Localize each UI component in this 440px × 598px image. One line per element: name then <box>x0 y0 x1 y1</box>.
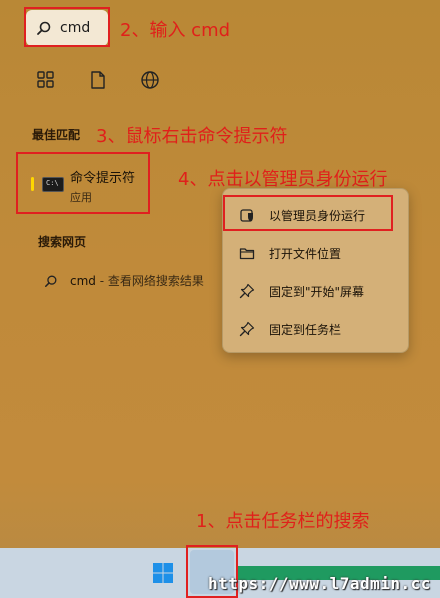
apps-grid-icon[interactable] <box>36 70 56 90</box>
menu-item-pin-to-start[interactable]: 固定到"开始"屏幕 <box>223 273 410 309</box>
section-title-best-match: 最佳匹配 <box>32 128 81 142</box>
search-icon <box>45 275 57 287</box>
web-result-query: cmd <box>70 274 96 288</box>
highlight-search-box <box>24 7 110 47</box>
menu-item-open-file-location[interactable]: 打开文件位置 <box>223 235 410 271</box>
web-result-suffix: - 查看网络搜索结果 <box>95 274 204 288</box>
menu-item-pin-to-taskbar[interactable]: 固定到任务栏 <box>223 311 410 347</box>
annotation-step2: 2、输入 cmd <box>120 20 231 41</box>
pin-icon <box>239 321 255 337</box>
pin-icon <box>239 283 255 299</box>
section-title-web: 搜索网页 <box>38 235 87 249</box>
annotation-step3: 3、鼠标右击命令提示符 <box>96 126 288 147</box>
annotation-step1: 1、点击任务栏的搜索 <box>196 511 370 532</box>
highlight-run-as-admin <box>223 195 393 231</box>
filter-bar <box>36 70 160 90</box>
globe-icon[interactable] <box>140 70 160 90</box>
windows-start-icon[interactable] <box>152 562 174 584</box>
folder-icon <box>239 248 255 260</box>
document-icon[interactable] <box>88 70 108 90</box>
web-search-result[interactable]: cmd - 查看网络搜索结果 <box>44 272 204 289</box>
highlight-best-match <box>16 152 150 214</box>
watermark: https://www.l7admin.cc <box>208 574 431 593</box>
